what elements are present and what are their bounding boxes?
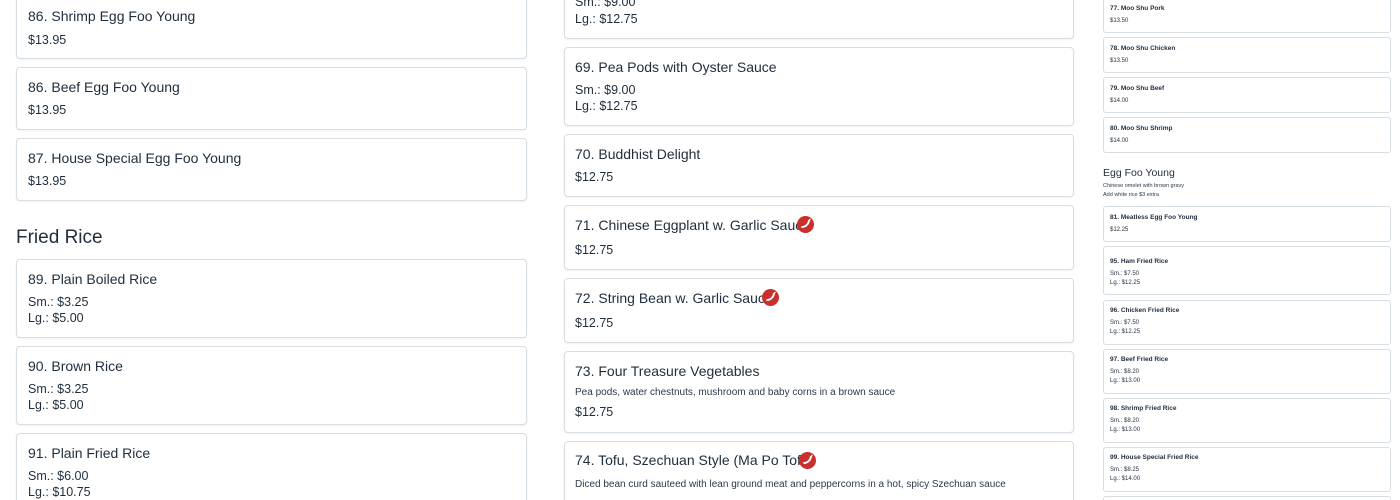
menu-item-card[interactable]: 78. Moo Shu Chicken $13.50 xyxy=(1103,37,1391,73)
menu-item-price-small: Sm.: $3.25 xyxy=(28,295,89,309)
menu-item-price: $14.00 xyxy=(1110,138,1129,144)
menu-item-title: 99. House Special Fried Rice xyxy=(1110,454,1199,461)
menu-item-title: 97. Beef Fried Rice xyxy=(1110,356,1169,363)
menu-item-card[interactable]: 99. House Special Fried Rice Sm.: $8.25 … xyxy=(1103,447,1391,492)
menu-item-title: 69. Pea Pods with Oyster Sauce xyxy=(575,59,777,75)
menu-item-price: $12.75 xyxy=(575,316,614,330)
chili-pepper-icon xyxy=(797,216,814,233)
menu-item-card[interactable]: 86. Beef Egg Foo Young $13.95 xyxy=(16,67,527,130)
menu-item-card[interactable]: 73. Four Treasure Vegetables Pea pods, w… xyxy=(564,351,1074,433)
menu-item-price: $12.75 xyxy=(575,170,614,184)
menu-item-price-large: Lg.: $12.25 xyxy=(1110,280,1141,286)
menu-item-price-large: Lg.: $13.00 xyxy=(1110,427,1141,433)
menu-item-title: 86. Shrimp Egg Foo Young xyxy=(28,8,196,24)
menu-item-description: Pea pods, water chestnuts, mushroom and … xyxy=(575,387,896,398)
menu-item-price-small: Sm.: $8.25 xyxy=(1110,467,1140,473)
chili-pepper-icon xyxy=(799,452,816,469)
menu-item-price: $12.75 xyxy=(575,243,614,257)
menu-item-price: $12.25 xyxy=(1110,227,1129,233)
menu-item-price-large: Lg.: $13.00 xyxy=(1110,378,1141,384)
menu-item-card[interactable]: 98. Shrimp Fried Rice Sm.: $8.20 Lg.: $1… xyxy=(1103,398,1391,443)
menu-item-title: 78. Moo Shu Chicken xyxy=(1110,45,1176,52)
menu-item-title: 79. Moo Shu Beef xyxy=(1110,85,1165,92)
menu-item-description: Diced bean curd sauteed with lean ground… xyxy=(575,479,1006,490)
menu-item-price: $13.95 xyxy=(28,103,67,117)
menu-item-title: 95. Ham Fried Rice xyxy=(1110,258,1169,265)
menu-item-title: 87. House Special Egg Foo Young xyxy=(28,150,242,166)
menu-item-title: 71. Chinese Eggplant w. Garlic Sauce xyxy=(575,217,811,233)
menu-item-title: 98. Shrimp Fried Rice xyxy=(1110,405,1177,412)
menu-item-price-small: Sm.: $9.00 xyxy=(575,83,636,97)
menu-item-price: $14.00 xyxy=(1110,98,1129,104)
menu-item-price-small: Sm.: $7.50 xyxy=(1110,271,1140,277)
menu-item-card[interactable]: 77. Moo Shu Pork $13.50 xyxy=(1103,0,1391,33)
menu-item-card[interactable]: 89. Plain Boiled Rice Sm.: $3.25 Lg.: $5… xyxy=(16,259,527,338)
menu-item-title: 70. Buddhist Delight xyxy=(575,146,701,162)
menu-item-title: 77. Moo Shu Pork xyxy=(1110,5,1165,12)
menu-item-title: 96. Chicken Fried Rice xyxy=(1110,307,1180,314)
menu-item-card[interactable]: 96. Chicken Fried Rice Sm.: $7.50 Lg.: $… xyxy=(1103,300,1391,345)
menu-item-title: 89. Plain Boiled Rice xyxy=(28,271,158,287)
menu-item-card[interactable]: 72. String Bean w. Garlic Sauce $12.75 xyxy=(564,278,1074,343)
menu-item-price-small: Sm.: $6.00 xyxy=(28,469,89,483)
menu-item-title: 74. Tofu, Szechuan Style (Ma Po Tofu) xyxy=(575,452,814,468)
menu-item-price-large: Lg.: $12.75 xyxy=(575,12,638,26)
menu-item-price-small: Sm.: $9.00 xyxy=(575,0,636,9)
menu-item-title: 73. Four Treasure Vegetables xyxy=(575,363,760,379)
menu-item-card[interactable]: 69. Pea Pods with Oyster Sauce Sm.: $9.0… xyxy=(564,47,1074,126)
menu-item-price: $13.50 xyxy=(1110,58,1129,64)
menu-item-card[interactable]: 80. Moo Shu Shrimp $14.00 xyxy=(1103,117,1391,153)
menu-item-title: 90. Brown Rice xyxy=(28,358,123,374)
menu-item-price: $13.95 xyxy=(28,174,67,188)
menu-item-price-large: Lg.: $12.25 xyxy=(1110,329,1141,335)
menu-item-title: 91. Plain Fried Rice xyxy=(28,445,151,461)
menu-item-price-large: Lg.: $5.00 xyxy=(28,311,84,325)
menu-item-title: 72. String Bean w. Garlic Sauce xyxy=(575,290,773,306)
menu-item-card[interactable]: 79. Moo Shu Beef $14.00 xyxy=(1103,77,1391,113)
section-description: Chinese omelet with brown gravy xyxy=(1103,183,1185,189)
menu-item-price-small: Sm.: $3.25 xyxy=(28,382,89,396)
menu-item-card[interactable]: 70. Buddhist Delight $12.75 xyxy=(564,134,1074,197)
menu-item-price-large: Lg.: $14.00 xyxy=(1110,476,1141,482)
menu-item-card[interactable]: Sm.: $9.00 Lg.: $12.75 xyxy=(564,0,1074,39)
menu-item-price-large: Lg.: $12.75 xyxy=(575,99,638,113)
menu-item-price-small: Sm.: $8.20 xyxy=(1110,369,1140,375)
menu-item-price-large: Lg.: $10.75 xyxy=(28,485,91,499)
section-heading-egg-foo-young: Egg Foo Young xyxy=(1103,167,1175,179)
menu-item-title: 81. Meatless Egg Foo Young xyxy=(1110,214,1198,221)
menu-item-card[interactable]: 90. Brown Rice Sm.: $3.25 Lg.: $5.00 xyxy=(16,346,527,425)
menu-item-price-large: Lg.: $5.00 xyxy=(28,398,84,412)
section-description: Add white rice $3 extra xyxy=(1103,192,1159,198)
menu-item-card[interactable] xyxy=(1103,496,1391,500)
menu-item-price-small: Sm.: $8.20 xyxy=(1110,418,1140,424)
menu-item-card[interactable]: 97. Beef Fried Rice Sm.: $8.20 Lg.: $13.… xyxy=(1103,349,1391,394)
menu-item-card[interactable]: 71. Chinese Eggplant w. Garlic Sauce $12… xyxy=(564,205,1074,270)
menu-item-title: 80. Moo Shu Shrimp xyxy=(1110,125,1173,132)
menu-item-card[interactable]: 81. Meatless Egg Foo Young $12.25 xyxy=(1103,206,1391,242)
menu-item-price: $13.95 xyxy=(28,33,67,47)
menu-item-title: 86. Beef Egg Foo Young xyxy=(28,79,180,95)
menu-item-card[interactable]: 86. Shrimp Egg Foo Young $13.95 xyxy=(16,0,527,59)
menu-item-card[interactable]: 95. Ham Fried Rice Sm.: $7.50 Lg.: $12.2… xyxy=(1103,246,1391,295)
menu-item-card[interactable]: 74. Tofu, Szechuan Style (Ma Po Tofu) Di… xyxy=(564,441,1074,500)
menu-item-card[interactable]: 91. Plain Fried Rice Sm.: $6.00 Lg.: $10… xyxy=(16,433,527,500)
menu-item-card[interactable]: 87. House Special Egg Foo Young $13.95 xyxy=(16,138,527,201)
menu-item-price: $12.75 xyxy=(575,405,614,419)
menu-item-price: $13.50 xyxy=(1110,18,1129,24)
chili-pepper-icon xyxy=(762,289,779,306)
section-heading-fried-rice: Fried Rice xyxy=(16,227,103,248)
menu-item-price-small: Sm.: $7.50 xyxy=(1110,320,1140,326)
